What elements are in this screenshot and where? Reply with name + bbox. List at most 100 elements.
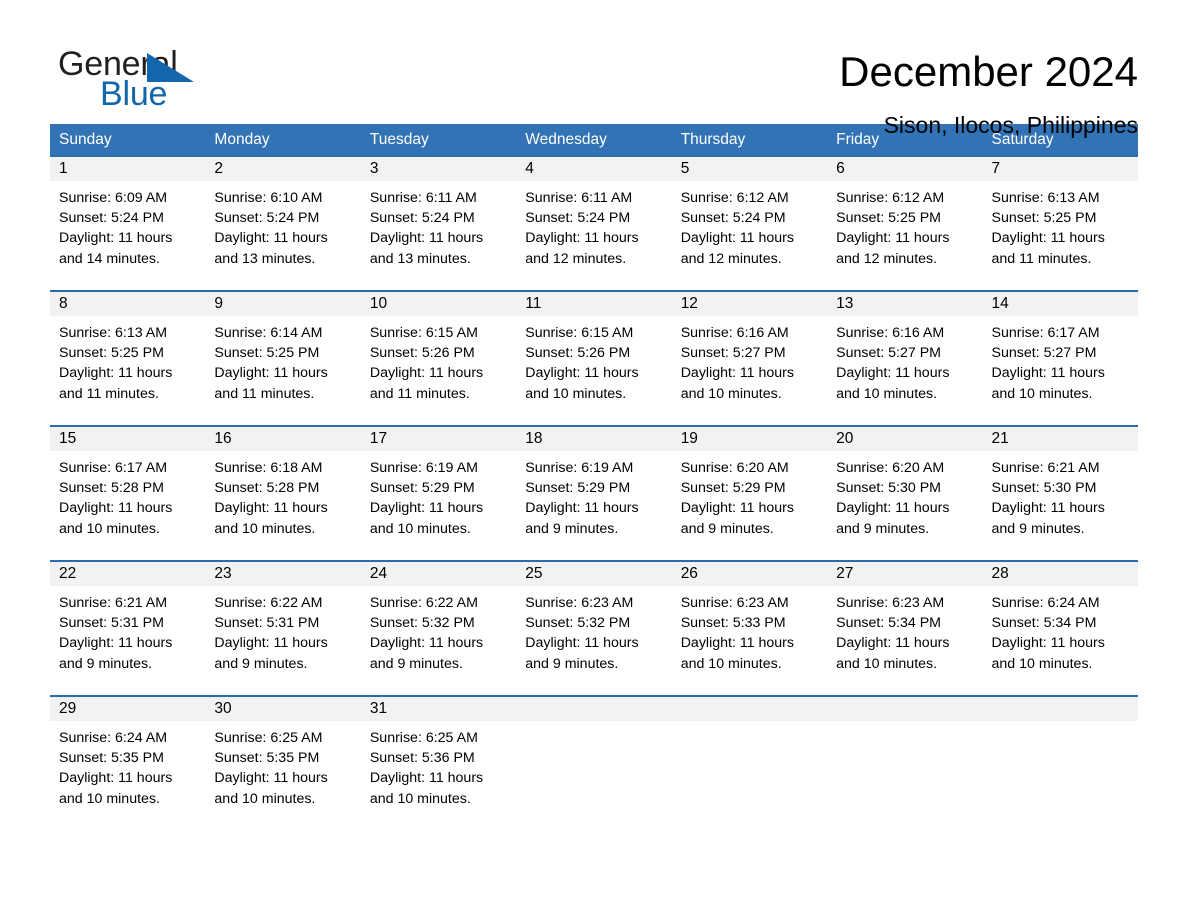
daylight-text-line2: and 13 minutes. <box>214 250 316 267</box>
day-cell[interactable]: 2 Sunrise: 6:10 AM Sunset: 5:24 PM Dayli… <box>205 157 361 290</box>
day-number: 30 <box>205 697 361 721</box>
sunset-text: Sunset: 5:32 PM <box>525 615 631 632</box>
daylight-text-line2: and 10 minutes. <box>836 385 938 402</box>
daylight-text-line1: Daylight: 11 hours <box>369 500 484 517</box>
day-cell[interactable]: 13 Sunrise: 6:16 AM Sunset: 5:27 PM Dayl… <box>827 292 983 425</box>
page-title: December 2024 <box>839 48 1138 95</box>
day-number: 1 <box>50 157 206 181</box>
day-number: 20 <box>827 427 983 451</box>
daylight-text-line2: and 9 minutes. <box>991 520 1085 537</box>
day-details: Sunrise: 6:22 AM Sunset: 5:32 PM Dayligh… <box>361 586 516 674</box>
daylight-text-line1: Daylight: 11 hours <box>214 230 328 247</box>
week-row: 1 Sunrise: 6:09 AM Sunset: 5:24 PM Dayli… <box>50 155 1138 290</box>
sunrise-text: Sunrise: 6:19 AM <box>525 460 634 476</box>
day-number: 7 <box>982 157 1138 181</box>
day-cell[interactable]: 8 Sunrise: 6:13 AM Sunset: 5:25 PM Dayli… <box>50 292 206 425</box>
sunset-text: Sunset: 5:26 PM <box>525 345 631 362</box>
day-cell[interactable]: 24 Sunrise: 6:22 AM Sunset: 5:32 PM Dayl… <box>360 562 517 695</box>
day-number: 28 <box>982 562 1138 586</box>
day-cell[interactable]: 12 Sunrise: 6:16 AM Sunset: 5:27 PM Dayl… <box>671 292 828 425</box>
sunrise-text: Sunrise: 6:20 AM <box>836 460 945 476</box>
daylight-text-line2: and 10 minutes. <box>214 790 316 807</box>
day-details: Sunrise: 6:23 AM Sunset: 5:34 PM Dayligh… <box>827 586 982 674</box>
day-cell[interactable]: 7 Sunrise: 6:13 AM Sunset: 5:25 PM Dayli… <box>982 157 1138 290</box>
sunset-text: Sunset: 5:35 PM <box>59 750 164 767</box>
sunset-text: Sunset: 5:25 PM <box>59 345 164 362</box>
daylight-text-line1: Daylight: 11 hours <box>680 365 794 382</box>
day-number: 10 <box>360 292 517 316</box>
day-number: 3 <box>360 157 517 181</box>
week-row: 15 Sunrise: 6:17 AM Sunset: 5:28 PM Dayl… <box>50 425 1138 560</box>
sunrise-text: Sunrise: 6:13 AM <box>991 190 1100 206</box>
sunrise-text: Sunrise: 6:23 AM <box>680 595 789 611</box>
day-cell[interactable]: 9 Sunrise: 6:14 AM Sunset: 5:25 PM Dayli… <box>205 292 361 425</box>
daylight-text-line1: Daylight: 11 hours <box>214 635 328 652</box>
day-cell[interactable]: 16 Sunrise: 6:18 AM Sunset: 5:28 PM Dayl… <box>205 427 361 560</box>
day-details: Sunrise: 6:19 AM Sunset: 5:29 PM Dayligh… <box>516 451 671 539</box>
day-details: Sunrise: 6:21 AM Sunset: 5:30 PM Dayligh… <box>983 451 1138 539</box>
day-number: 6 <box>827 157 983 181</box>
day-details: Sunrise: 6:12 AM Sunset: 5:25 PM Dayligh… <box>827 181 982 269</box>
day-number: 14 <box>982 292 1138 316</box>
day-number: 15 <box>50 427 206 451</box>
logo-text-blue: Blue <box>100 75 168 113</box>
day-cell[interactable]: 28 Sunrise: 6:24 AM Sunset: 5:34 PM Dayl… <box>982 562 1138 695</box>
day-details: Sunrise: 6:10 AM Sunset: 5:24 PM Dayligh… <box>205 181 360 269</box>
sunset-text: Sunset: 5:35 PM <box>214 750 320 767</box>
sunset-text: Sunset: 5:24 PM <box>214 210 320 227</box>
day-number <box>827 697 983 721</box>
day-cell[interactable]: 3 Sunrise: 6:11 AM Sunset: 5:24 PM Dayli… <box>360 157 517 290</box>
day-cell[interactable]: 5 Sunrise: 6:12 AM Sunset: 5:24 PM Dayli… <box>671 157 828 290</box>
daylight-text-line2: and 12 minutes. <box>525 250 627 267</box>
daylight-text-line1: Daylight: 11 hours <box>680 230 794 247</box>
day-cell[interactable]: 31 Sunrise: 6:25 AM Sunset: 5:36 PM Dayl… <box>360 697 517 807</box>
day-cell[interactable]: 6 Sunrise: 6:12 AM Sunset: 5:25 PM Dayli… <box>827 157 983 290</box>
day-cell[interactable]: 19 Sunrise: 6:20 AM Sunset: 5:29 PM Dayl… <box>671 427 828 560</box>
daylight-text-line1: Daylight: 11 hours <box>991 230 1105 247</box>
day-cell[interactable]: 1 Sunrise: 6:09 AM Sunset: 5:24 PM Dayli… <box>50 157 206 290</box>
daylight-text-line2: and 9 minutes. <box>59 655 153 672</box>
day-number: 11 <box>516 292 672 316</box>
sunrise-text: Sunrise: 6:23 AM <box>836 595 945 611</box>
weekday-header-sunday: Sunday <box>59 131 112 148</box>
day-cell[interactable]: 30 Sunrise: 6:25 AM Sunset: 5:35 PM Dayl… <box>205 697 361 807</box>
day-number: 5 <box>671 157 828 181</box>
day-details: Sunrise: 6:22 AM Sunset: 5:31 PM Dayligh… <box>205 586 360 674</box>
daylight-text-line1: Daylight: 11 hours <box>991 365 1105 382</box>
day-number: 8 <box>50 292 206 316</box>
day-cell[interactable]: 25 Sunrise: 6:23 AM Sunset: 5:32 PM Dayl… <box>516 562 672 695</box>
sunset-text: Sunset: 5:33 PM <box>680 615 786 632</box>
weekday-header-thursday: Thursday <box>680 131 746 148</box>
day-cell[interactable]: 15 Sunrise: 6:17 AM Sunset: 5:28 PM Dayl… <box>50 427 206 560</box>
daylight-text-line1: Daylight: 11 hours <box>680 500 794 517</box>
day-cell[interactable]: 18 Sunrise: 6:19 AM Sunset: 5:29 PM Dayl… <box>516 427 672 560</box>
sunset-text: Sunset: 5:31 PM <box>214 615 320 632</box>
day-cell[interactable]: 20 Sunrise: 6:20 AM Sunset: 5:30 PM Dayl… <box>827 427 983 560</box>
day-cell[interactable]: 17 Sunrise: 6:19 AM Sunset: 5:29 PM Dayl… <box>360 427 517 560</box>
day-cell[interactable]: 10 Sunrise: 6:15 AM Sunset: 5:26 PM Dayl… <box>360 292 517 425</box>
sunrise-text: Sunrise: 6:15 AM <box>369 325 478 341</box>
daylight-text-line2: and 14 minutes. <box>59 250 160 267</box>
daylight-text-line2: and 12 minutes. <box>836 250 938 267</box>
daylight-text-line1: Daylight: 11 hours <box>836 635 950 652</box>
sunset-text: Sunset: 5:29 PM <box>525 480 631 497</box>
day-cell[interactable]: 14 Sunrise: 6:17 AM Sunset: 5:27 PM Dayl… <box>982 292 1138 425</box>
daylight-text-line1: Daylight: 11 hours <box>59 635 173 652</box>
day-cell[interactable]: 21 Sunrise: 6:21 AM Sunset: 5:30 PM Dayl… <box>982 427 1138 560</box>
sunset-text: Sunset: 5:27 PM <box>680 345 786 362</box>
day-cell[interactable]: 22 Sunrise: 6:21 AM Sunset: 5:31 PM Dayl… <box>50 562 206 695</box>
day-cell[interactable]: 4 Sunrise: 6:11 AM Sunset: 5:24 PM Dayli… <box>516 157 672 290</box>
sunset-text: Sunset: 5:25 PM <box>214 345 320 362</box>
day-cell[interactable]: 29 Sunrise: 6:24 AM Sunset: 5:35 PM Dayl… <box>50 697 206 807</box>
day-cell[interactable]: 23 Sunrise: 6:22 AM Sunset: 5:31 PM Dayl… <box>205 562 361 695</box>
sunrise-text: Sunrise: 6:15 AM <box>525 325 634 341</box>
day-cell[interactable]: 26 Sunrise: 6:23 AM Sunset: 5:33 PM Dayl… <box>671 562 828 695</box>
daylight-text-line2: and 10 minutes. <box>680 385 782 402</box>
daylight-text-line1: Daylight: 11 hours <box>214 365 328 382</box>
day-cell[interactable]: 27 Sunrise: 6:23 AM Sunset: 5:34 PM Dayl… <box>827 562 983 695</box>
day-cell[interactable]: 11 Sunrise: 6:15 AM Sunset: 5:26 PM Dayl… <box>516 292 672 425</box>
sunrise-text: Sunrise: 6:21 AM <box>59 595 168 611</box>
general-blue-logo[interactable]: General Blue <box>50 44 250 113</box>
daylight-text-line1: Daylight: 11 hours <box>59 500 173 517</box>
daylight-text-line2: and 9 minutes. <box>525 655 619 672</box>
